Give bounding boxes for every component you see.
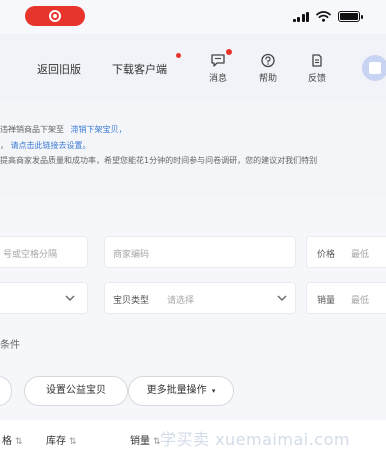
caret-down-icon: ▾ [211,387,216,395]
batch-actions-bar: 设置公益宝贝 更多批量操作 ▾ [0,370,386,420]
messages-unread-dot [226,49,232,55]
sort-icon: ⇅ [69,437,77,447]
feedback-label: 反馈 [307,74,326,84]
item-type-select[interactable]: 宝贝类型 请选择 [104,282,296,314]
help-label: 帮助 [258,74,277,84]
chevron-down-icon [277,295,287,301]
download-client-link[interactable]: 下载客户端 [112,61,167,77]
input-placeholder: 最低 [351,250,370,260]
feedback-button[interactable]: 反馈 [302,53,332,84]
download-new-dot [176,53,181,58]
help-button[interactable]: 帮助 [253,53,283,84]
user-avatar[interactable] [362,55,386,81]
chevron-down-icon [65,295,75,301]
notice-panel: 违禅销商品下架至 滞销下架宝贝， ， 请点击此链接去设置。 提高商家发品质量和成… [0,102,386,198]
sales-label: 销量 [317,296,336,306]
merchant-code-input[interactable]: 商家编码 [104,236,296,268]
unsold-delist-link[interactable]: 滞销下架宝贝， [71,125,127,134]
price-min-input[interactable]: 价格 最低 [306,236,386,268]
record-icon [49,10,61,22]
category-select[interactable] [0,282,88,314]
message-icon [211,54,225,67]
screen-recording-indicator[interactable] [25,6,85,26]
return-old-version-link[interactable]: 返回旧版 [37,61,81,77]
price-label: 价格 [317,250,336,260]
input-placeholder: 商家编码 [113,250,150,260]
item-type-label: 宝贝类型 [113,296,150,306]
notice-line-1: 违禅销商品下架至 滞销下架宝贝， [0,124,127,135]
sort-icon: ⇅ [15,437,23,447]
cellular-signal-icon [292,11,309,22]
feedback-icon [312,54,322,67]
notice-text: 违禅销商品下架至 [0,125,64,134]
survey-notice: 提高商家发品质量和成功率，希望您能花1分钟的时间参与问卷调研，您的建议对我们特别 [0,156,318,165]
battery-icon [338,11,363,22]
conditions-toggle[interactable]: 条件 [0,336,20,351]
top-navigation: 返回旧版 下载客户端 消息 帮助 反馈 [0,34,386,102]
messages-button[interactable]: 消息 [203,53,233,84]
more-batch-label: 更多批量操作 [146,385,207,396]
input-placeholder: 号或空格分隔 [3,250,58,260]
notice-text: ， [0,141,8,150]
filter-form: 号或空格分隔 商家编码 价格 最低 宝贝类型 请选择 销量 最低 条件 [0,198,386,370]
wifi-icon [316,11,331,22]
column-header-price[interactable]: 格 ⇅ [2,432,23,447]
table-header: 格 ⇅ 库存 ⇅ 销量 ⇅ 学买卖 xuemaimai.com [0,420,386,470]
more-batch-actions-button[interactable]: 更多批量操作 ▾ [128,376,234,406]
column-header-sales[interactable]: 销量 ⇅ [130,432,161,447]
notice-line-2: ， 请点击此链接去设置。 [0,140,91,151]
help-icon [261,53,275,68]
set-charity-item-button[interactable]: 设置公益宝贝 [24,376,128,406]
messages-label: 消息 [208,74,227,84]
status-bar [0,0,386,34]
column-header-stock[interactable]: 库存 ⇅ [46,432,77,447]
system-icons [292,11,363,22]
settings-link[interactable]: 请点击此链接去设置。 [11,141,91,150]
product-id-input[interactable]: 号或空格分隔 [0,236,88,268]
input-placeholder: 最低 [351,296,370,306]
select-placeholder: 请选择 [167,296,195,306]
partial-button[interactable] [0,376,12,406]
sales-min-input[interactable]: 销量 最低 [306,282,386,314]
watermark: 学买卖 xuemaimai.com [160,430,350,449]
